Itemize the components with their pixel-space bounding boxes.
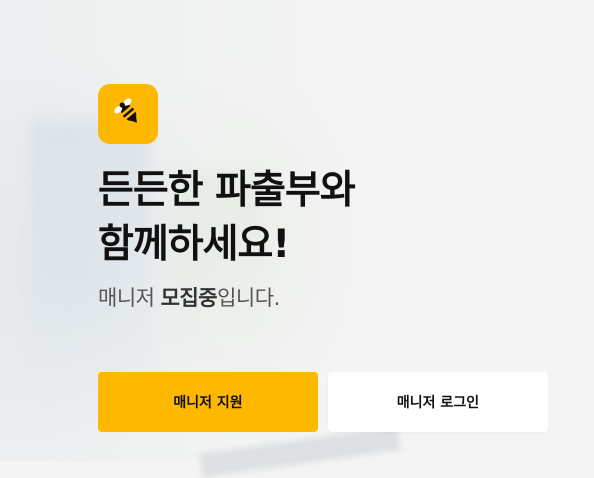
action-buttons: 매니저 지원 매니저 로그인 xyxy=(98,372,548,432)
subtitle-suffix: 입니다. xyxy=(217,286,280,310)
hero-subtitle: 매니저 모집중입니다. xyxy=(98,282,558,312)
background-blur-laptop xyxy=(199,426,401,478)
subtitle-prefix: 매니저 xyxy=(98,286,161,310)
headline-line-2: 함께하세요! xyxy=(98,222,290,267)
headline-line-1: 든든한 파출부와 xyxy=(98,168,356,213)
subtitle-emphasis: 모집중 xyxy=(160,286,218,310)
manager-login-button[interactable]: 매니저 로그인 xyxy=(328,372,548,432)
brand-logo xyxy=(98,84,158,144)
hero-section: 든든한 파출부와 함께하세요! 매니저 모집중입니다. xyxy=(98,84,558,312)
hero-headline: 든든한 파출부와 함께하세요! xyxy=(98,164,558,272)
bee-icon xyxy=(113,97,143,131)
manager-apply-button[interactable]: 매니저 지원 xyxy=(98,372,318,432)
